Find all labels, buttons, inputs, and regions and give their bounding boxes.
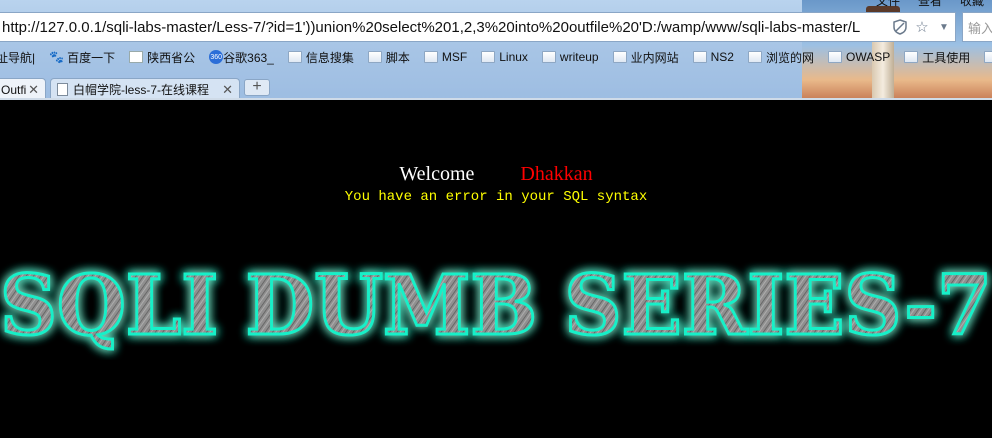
bookmark-label: writeup <box>559 50 599 64</box>
menu-file[interactable]: 文件 <box>876 0 900 9</box>
bookmark-label: 浏览的网 <box>765 50 814 65</box>
page-icon <box>57 83 68 96</box>
folder-icon <box>423 51 438 63</box>
baidu-paw-icon: 🐾 <box>49 50 65 64</box>
close-icon[interactable]: ✕ <box>28 82 39 98</box>
folder-icon <box>747 51 762 63</box>
series-banner: SQLI DUMB SERIES-7 <box>0 250 992 360</box>
circle-360-icon: 360 <box>209 50 224 64</box>
folder-icon <box>367 51 382 63</box>
bookmark-folder[interactable]: 工具使用 <box>904 49 970 66</box>
tab-label: Outfi <box>1 82 27 97</box>
folder-icon <box>541 51 556 63</box>
shield-icon[interactable] <box>889 16 911 38</box>
bookmark-label: 信息搜集 <box>305 50 354 65</box>
bookmark-label: 工具使用 <box>922 50 971 65</box>
banner-image: SQLI DUMB SERIES-7 <box>0 257 992 356</box>
folder-icon <box>692 51 707 63</box>
address-row: http://127.0.0.1/sqli-labs-master/Less-7… <box>0 12 992 42</box>
bookmarks-bar: 址导航| 🐾 百度一下 陕西省公 360 谷歌363_ 信息搜集 脚本 MSF <box>0 46 992 68</box>
bookmark-item[interactable]: 陕西省公 <box>129 49 195 66</box>
bookmark-folder[interactable]: Linux <box>481 50 528 64</box>
bookmark-label: 业内网站 <box>630 50 679 65</box>
bookmark-folder[interactable]: MSF <box>423 50 468 64</box>
tab-strip: Outfi ✕ 白帽学院-less-7-在线课程 ✕ + <box>0 76 992 100</box>
new-tab-button[interactable]: + <box>244 79 270 96</box>
bookmark-folder[interactable]: NS2 <box>692 50 734 64</box>
bookmark-folder[interactable]: 脚本 <box>367 49 410 66</box>
bookmark-folder[interactable]: ctf <box>984 50 992 64</box>
bookmark-folder[interactable]: OWASP <box>827 50 891 64</box>
bookmark-label: MSF <box>441 50 468 64</box>
bookmark-item[interactable]: 360 谷歌363_ <box>209 49 274 66</box>
close-icon[interactable]: ✕ <box>222 82 233 98</box>
bookmark-label: 脚本 <box>385 50 410 65</box>
bookmark-folder[interactable]: 业内网站 <box>612 49 679 66</box>
bookmark-label: 谷歌363_ <box>223 50 274 65</box>
bookmark-item[interactable]: 🐾 百度一下 <box>49 49 115 66</box>
folder-icon <box>481 51 496 63</box>
chevron-down-icon[interactable]: ▼ <box>933 16 955 38</box>
bookmark-folder[interactable]: writeup <box>541 50 599 64</box>
bookmark-label: 百度一下 <box>67 50 116 65</box>
page-content: Welcome Dhakkan You have an error in your… <box>0 100 992 438</box>
page-icon <box>129 51 144 63</box>
tab-outfile[interactable]: Outfi ✕ <box>0 78 46 100</box>
bookmark-label: Linux <box>499 50 528 64</box>
welcome-line: Welcome Dhakkan <box>0 163 992 186</box>
url-text[interactable]: http://127.0.0.1/sqli-labs-master/Less-7… <box>0 19 889 36</box>
search-input[interactable]: 输入 <box>962 12 992 42</box>
address-bar[interactable]: http://127.0.0.1/sqli-labs-master/Less-7… <box>0 12 956 42</box>
folder-icon <box>827 51 842 63</box>
sql-error-message: You have an error in your SQL syntax <box>344 189 648 205</box>
bookmark-folder[interactable]: 浏览的网 <box>747 49 814 66</box>
bookmark-label: 址导航| <box>0 50 36 65</box>
welcome-text: Welcome <box>399 163 475 185</box>
menu-favorites[interactable]: 收藏 <box>960 0 984 9</box>
username-text: Dhakkan <box>520 163 593 185</box>
tab-course[interactable]: 白帽学院-less-7-在线课程 ✕ <box>50 78 240 100</box>
bookmark-label: OWASP <box>845 50 891 64</box>
bookmark-folder[interactable]: 信息搜集 <box>287 49 354 66</box>
bookmark-label: NS2 <box>710 50 734 64</box>
tab-label: 白帽学院-less-7-在线课程 <box>73 83 210 97</box>
menu-bar: 文件 查看 收藏 <box>876 0 984 9</box>
folder-icon <box>612 51 627 63</box>
bookmark-label: 陕西省公 <box>147 50 196 65</box>
folder-icon <box>904 51 919 63</box>
menu-view[interactable]: 查看 <box>918 0 942 9</box>
star-icon[interactable]: ☆ <box>911 16 933 38</box>
banner-title: SQLI DUMB SERIES-7 <box>0 258 992 354</box>
browser-chrome: 文件 查看 收藏 http://127.0.0.1/sqli-labs-mast… <box>0 0 992 100</box>
folder-icon <box>287 51 302 63</box>
bookmark-item[interactable]: 址导航| <box>0 49 35 66</box>
folder-icon <box>984 51 992 63</box>
